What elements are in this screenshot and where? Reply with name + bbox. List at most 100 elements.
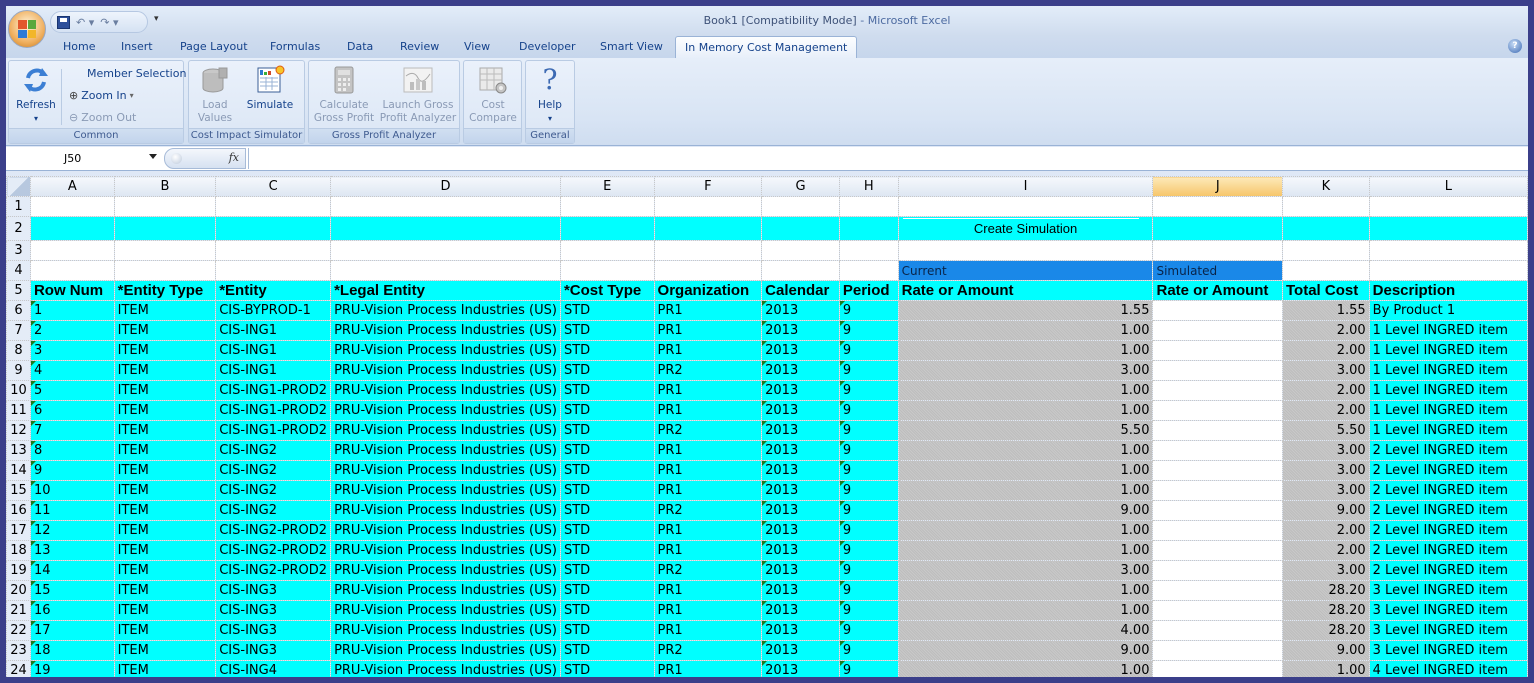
current-rate-cell[interactable]: 9.00 [897, 640, 1154, 661]
row-num-cell[interactable]: 14 [29, 560, 115, 581]
cell[interactable] [113, 216, 217, 241]
row-num-cell[interactable]: 7 [29, 420, 115, 441]
row-header[interactable]: 5 [6, 280, 31, 301]
organization-cell[interactable]: PR1 [653, 320, 763, 341]
tab-page-layout[interactable]: Page Layout [180, 40, 248, 53]
legal-entity-cell[interactable]: PRU-Vision Process Industries (US) [330, 400, 561, 421]
row-num-cell[interactable]: 1 [29, 300, 115, 321]
row-num-cell[interactable]: 12 [29, 520, 115, 541]
member-selection-button[interactable]: Member Selection [87, 67, 186, 80]
simulated-rate-input[interactable] [1152, 300, 1283, 321]
period-cell[interactable]: 9 [838, 300, 899, 321]
entity-type-cell[interactable]: ITEM [113, 540, 217, 561]
organization-cell[interactable]: PR2 [653, 500, 763, 521]
calendar-cell[interactable]: 2013 [761, 300, 840, 321]
description-cell[interactable]: By Product 1 [1368, 300, 1528, 321]
description-cell[interactable]: 1 Level INGRED item [1368, 320, 1528, 341]
entity-cell[interactable]: CIS-ING3 [215, 620, 332, 641]
cost-type-cell[interactable]: STD [559, 380, 655, 401]
calendar-cell[interactable]: 2013 [761, 480, 840, 501]
legal-entity-cell[interactable]: PRU-Vision Process Industries (US) [330, 320, 561, 341]
cell[interactable] [113, 240, 217, 261]
description-cell[interactable]: 1 Level INGRED item [1368, 340, 1528, 361]
description-cell[interactable]: 1 Level INGRED item [1368, 360, 1528, 381]
legal-entity-cell[interactable]: PRU-Vision Process Industries (US) [330, 440, 561, 461]
calendar-cell[interactable]: 2013 [761, 380, 840, 401]
current-rate-cell[interactable]: 9.00 [897, 500, 1154, 521]
row-header[interactable]: 6 [6, 300, 31, 321]
period-cell[interactable]: 9 [838, 500, 899, 521]
total-cost-cell[interactable]: 2.00 [1282, 380, 1370, 401]
cost-type-cell[interactable]: STD [559, 600, 655, 621]
period-cell[interactable]: 9 [838, 440, 899, 461]
tab-review[interactable]: Review [400, 40, 439, 53]
period-cell[interactable]: 9 [838, 340, 899, 361]
description-cell[interactable]: 3 Level INGRED item [1368, 640, 1528, 661]
column-header-f[interactable]: F [653, 176, 763, 197]
current-rate-cell[interactable]: 5.50 [897, 420, 1154, 441]
legal-entity-cell[interactable]: PRU-Vision Process Industries (US) [330, 340, 561, 361]
total-cost-cell[interactable]: 2.00 [1282, 340, 1370, 361]
select-all-button[interactable] [6, 176, 31, 197]
resize-handle-icon[interactable] [171, 153, 182, 164]
cell[interactable] [1152, 196, 1283, 217]
header-calendar[interactable]: Calendar [761, 280, 840, 301]
row-header[interactable]: 19 [6, 560, 31, 581]
header-organization[interactable]: Organization [653, 280, 763, 301]
legal-entity-cell[interactable]: PRU-Vision Process Industries (US) [330, 300, 561, 321]
entity-type-cell[interactable]: ITEM [113, 420, 217, 441]
calendar-cell[interactable]: 2013 [761, 580, 840, 601]
legal-entity-cell[interactable]: PRU-Vision Process Industries (US) [330, 640, 561, 661]
description-cell[interactable]: 3 Level INGRED item [1368, 620, 1528, 641]
calendar-cell[interactable]: 2013 [761, 400, 840, 421]
header-period[interactable]: Period [838, 280, 899, 301]
calendar-cell[interactable]: 2013 [761, 620, 840, 641]
total-cost-cell[interactable]: 3.00 [1282, 560, 1370, 581]
cell[interactable] [653, 260, 763, 281]
current-rate-cell[interactable]: 3.00 [897, 560, 1154, 581]
tab-in-memory-cost-management[interactable]: In Memory Cost Management [675, 36, 858, 59]
help-button[interactable]: ? Help ▾ [530, 64, 570, 125]
legal-entity-cell[interactable]: PRU-Vision Process Industries (US) [330, 360, 561, 381]
row-header[interactable]: 4 [6, 260, 31, 281]
organization-cell[interactable]: PR1 [653, 460, 763, 481]
cell[interactable] [1282, 196, 1370, 217]
period-cell[interactable]: 9 [838, 540, 899, 561]
total-cost-cell[interactable]: 3.00 [1282, 480, 1370, 501]
organization-cell[interactable]: PR1 [653, 440, 763, 461]
legal-entity-cell[interactable]: PRU-Vision Process Industries (US) [330, 460, 561, 481]
cell[interactable] [838, 260, 899, 281]
cell[interactable] [1152, 216, 1283, 241]
header-simulated-rate[interactable]: Rate or Amount [1152, 280, 1283, 301]
legal-entity-cell[interactable]: PRU-Vision Process Industries (US) [330, 380, 561, 401]
organization-cell[interactable]: PR2 [653, 560, 763, 581]
cost-type-cell[interactable]: STD [559, 440, 655, 461]
row-num-cell[interactable]: 11 [29, 500, 115, 521]
total-cost-cell[interactable]: 5.50 [1282, 420, 1370, 441]
cost-type-cell[interactable]: STD [559, 620, 655, 641]
period-cell[interactable]: 9 [838, 360, 899, 381]
description-cell[interactable]: 3 Level INGRED item [1368, 580, 1528, 601]
total-cost-cell[interactable]: 2.00 [1282, 400, 1370, 421]
description-cell[interactable]: 1 Level INGRED item [1368, 400, 1528, 421]
simulated-rate-input[interactable] [1152, 420, 1283, 441]
cost-type-cell[interactable]: STD [559, 320, 655, 341]
entity-type-cell[interactable]: ITEM [113, 660, 217, 677]
current-rate-cell[interactable]: 1.00 [897, 400, 1154, 421]
row-header[interactable]: 11 [6, 400, 31, 421]
current-rate-cell[interactable]: 1.00 [897, 520, 1154, 541]
row-num-cell[interactable]: 2 [29, 320, 115, 341]
cost-type-cell[interactable]: STD [559, 560, 655, 581]
organization-cell[interactable]: PR1 [653, 480, 763, 501]
cell[interactable] [215, 260, 332, 281]
entity-cell[interactable]: CIS-ING2 [215, 440, 332, 461]
cell[interactable] [29, 240, 115, 261]
column-header-i[interactable]: I [897, 176, 1154, 197]
row-header[interactable]: 22 [6, 620, 31, 641]
current-rate-cell[interactable]: 1.00 [897, 320, 1154, 341]
entity-type-cell[interactable]: ITEM [113, 340, 217, 361]
legal-entity-cell[interactable]: PRU-Vision Process Industries (US) [330, 620, 561, 641]
row-header[interactable]: 23 [6, 640, 31, 661]
header-description[interactable]: Description [1368, 280, 1528, 301]
simulated-rate-input[interactable] [1152, 460, 1283, 481]
